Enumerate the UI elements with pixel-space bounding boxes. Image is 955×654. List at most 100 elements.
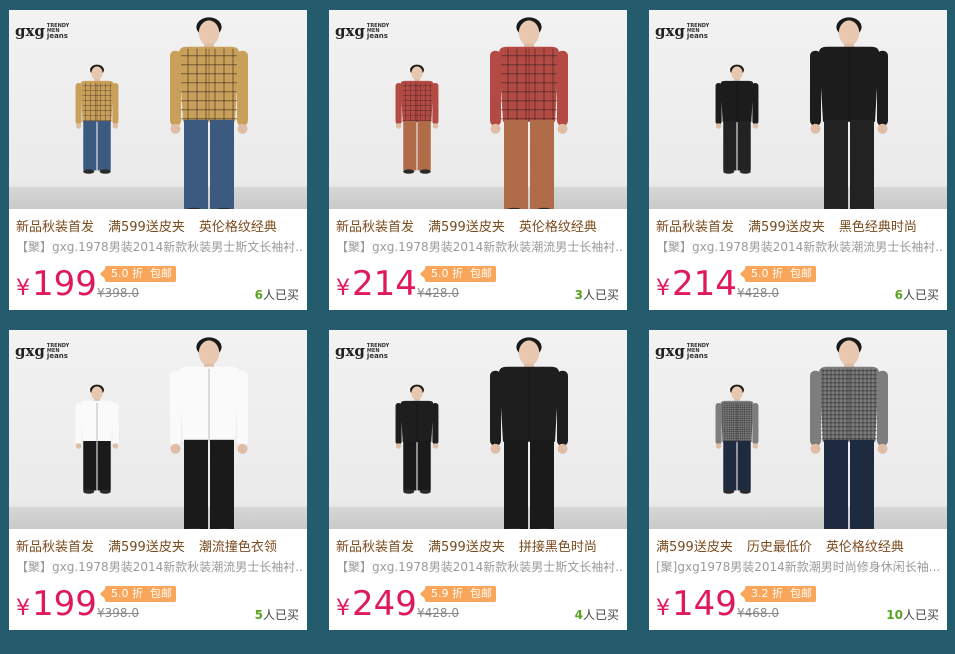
product-title[interactable]: 【聚】gxg.1978男装2014新款秋装潮流男士长袖衬... — [656, 238, 944, 255]
price-value: 199 — [32, 264, 97, 304]
slogan-2: 历史最低价 — [746, 540, 812, 555]
product-image[interactable]: gxg TRENDY MEN jeans — [649, 330, 947, 529]
slogan-2: 满599送皮夹 — [748, 220, 825, 235]
model-large — [810, 337, 888, 529]
buyers-count: 10人已买 — [886, 606, 939, 623]
product-image[interactable]: gxg TRENDY MEN jeans — [329, 330, 627, 529]
model-photo — [75, 337, 248, 529]
original-price: ¥398.0 — [97, 286, 139, 300]
free-shipping-badge: 包邮 — [466, 266, 496, 282]
slogan-3: 英伦格纹经典 — [518, 220, 597, 235]
buyers-number: 3 — [574, 288, 583, 302]
discount-badge: 5.0 折 — [420, 266, 468, 282]
slogan-1: 新品秋装首发 — [336, 220, 415, 235]
original-price: ¥428.0 — [417, 606, 459, 620]
currency-symbol: ¥ — [656, 276, 670, 301]
discount-badge: 5.9 折 — [420, 586, 468, 602]
model-photo — [75, 17, 248, 209]
model-large — [810, 17, 888, 209]
product-card-6[interactable]: gxg TRENDY MEN jeans 满599送皮夹 历史最低价 英伦格纹经典 [聚]… — [649, 330, 947, 630]
model-small — [715, 384, 759, 494]
product-image[interactable]: gxg TRENDY MEN jeans — [649, 10, 947, 209]
buyers-number: 6 — [254, 288, 263, 302]
product-image[interactable]: gxg TRENDY MEN jeans — [329, 10, 627, 209]
product-title[interactable]: 【聚】gxg.1978男装2014新款秋装男士斯文长袖衬... — [16, 238, 304, 255]
model-small — [395, 384, 439, 494]
slogan-2: 满599送皮夹 — [428, 540, 505, 555]
model-large — [170, 337, 248, 529]
slogan-1: 新品秋装首发 — [16, 220, 95, 235]
slogan-2: 满599送皮夹 — [108, 220, 185, 235]
original-price: ¥428.0 — [737, 286, 779, 300]
buyers-count: 3人已买 — [575, 286, 619, 303]
product-title[interactable]: 【聚】gxg.1978男装2014新款秋装男士斯文长袖衬... — [336, 558, 624, 575]
product-image[interactable]: gxg TRENDY MEN jeans — [9, 10, 307, 209]
slogan-3: 英伦格纹经典 — [825, 540, 904, 555]
product-image[interactable]: gxg TRENDY MEN jeans — [9, 330, 307, 529]
discount-badge: 5.0 折 — [100, 266, 148, 282]
buyers-number: 5 — [254, 608, 263, 622]
product-title[interactable]: 【聚】gxg.1978男装2014新款秋装潮流男士长袖衬... — [336, 238, 624, 255]
product-title[interactable]: 【聚】gxg.1978男装2014新款秋装潮流男士长袖衬... — [16, 558, 304, 575]
free-shipping-badge: 包邮 — [466, 586, 496, 602]
buyers-number: 10 — [886, 608, 903, 622]
model-photo — [395, 337, 568, 529]
product-card-1[interactable]: gxg TRENDY MEN jeans 新品秋装首发 满599送皮夹 英伦格纹经典 【聚… — [9, 10, 307, 310]
price: ¥249 — [336, 584, 417, 624]
free-shipping-badge: 包邮 — [786, 586, 816, 602]
model-photo — [395, 17, 568, 209]
buyers-suffix: 人已买 — [262, 608, 299, 622]
model-small — [75, 384, 119, 494]
price: ¥214 — [336, 264, 417, 304]
product-card-4[interactable]: gxg TRENDY MEN jeans 新品秋装首发 满599送皮夹 潮流撞色衣领 【聚… — [9, 330, 307, 630]
price-value: 249 — [352, 584, 417, 624]
buyers-suffix: 人已买 — [902, 288, 939, 302]
slogan-3: 黑色经典时尚 — [838, 220, 917, 235]
product-card-5[interactable]: gxg TRENDY MEN jeans 新品秋装首发 满599送皮夹 拼接黑色时尚 【聚… — [329, 330, 627, 630]
currency-symbol: ¥ — [16, 596, 30, 621]
slogan-1: 满599送皮夹 — [656, 540, 733, 555]
slogan-1: 新品秋装首发 — [16, 540, 95, 555]
price-value: 149 — [672, 584, 737, 624]
buyers-suffix: 人已买 — [582, 288, 619, 302]
currency-symbol: ¥ — [336, 276, 350, 301]
buyers-count: 6人已买 — [255, 286, 299, 303]
slogan-2: 满599送皮夹 — [108, 540, 185, 555]
promo-slogans: 新品秋装首发 满599送皮夹 英伦格纹经典 — [336, 216, 611, 235]
original-price: ¥398.0 — [97, 606, 139, 620]
promo-slogans: 新品秋装首发 满599送皮夹 英伦格纹经典 — [16, 216, 291, 235]
buyers-number: 6 — [894, 288, 903, 302]
model-large — [490, 17, 568, 209]
free-shipping-badge: 包邮 — [146, 266, 176, 282]
buyers-suffix: 人已买 — [902, 608, 939, 622]
slogan-1: 新品秋装首发 — [336, 540, 415, 555]
model-small — [715, 64, 759, 174]
product-title[interactable]: [聚]gxg1978男装2014新款潮男时尚修身休闲长袖... — [656, 558, 944, 575]
discount-badge: 5.0 折 — [100, 586, 148, 602]
original-price: ¥428.0 — [417, 286, 459, 300]
slogan-1: 新品秋装首发 — [656, 220, 735, 235]
slogan-3: 拼接黑色时尚 — [518, 540, 597, 555]
buyers-suffix: 人已买 — [262, 288, 299, 302]
currency-symbol: ¥ — [16, 276, 30, 301]
discount-badge: 3.2 折 — [740, 586, 788, 602]
price-value: 214 — [672, 264, 737, 304]
buyers-number: 4 — [574, 608, 583, 622]
buyers-count: 4人已买 — [575, 606, 619, 623]
model-large — [170, 17, 248, 209]
promo-slogans: 新品秋装首发 满599送皮夹 潮流撞色衣领 — [16, 536, 291, 555]
product-card-3[interactable]: gxg TRENDY MEN jeans 新品秋装首发 满599送皮夹 黑色经典时尚 【聚… — [649, 10, 947, 310]
free-shipping-badge: 包邮 — [786, 266, 816, 282]
original-price: ¥468.0 — [737, 606, 779, 620]
model-photo — [715, 17, 888, 209]
slogan-3: 英伦格纹经典 — [198, 220, 277, 235]
product-card-2[interactable]: gxg TRENDY MEN jeans 新品秋装首发 满599送皮夹 英伦格纹经典 【聚… — [329, 10, 627, 310]
price: ¥199 — [16, 264, 97, 304]
promo-slogans: 满599送皮夹 历史最低价 英伦格纹经典 — [656, 536, 918, 555]
slogan-3: 潮流撞色衣领 — [198, 540, 277, 555]
discount-badge: 5.0 折 — [740, 266, 788, 282]
price: ¥214 — [656, 264, 737, 304]
price-value: 214 — [352, 264, 417, 304]
buyers-count: 5人已买 — [255, 606, 299, 623]
price: ¥149 — [656, 584, 737, 624]
